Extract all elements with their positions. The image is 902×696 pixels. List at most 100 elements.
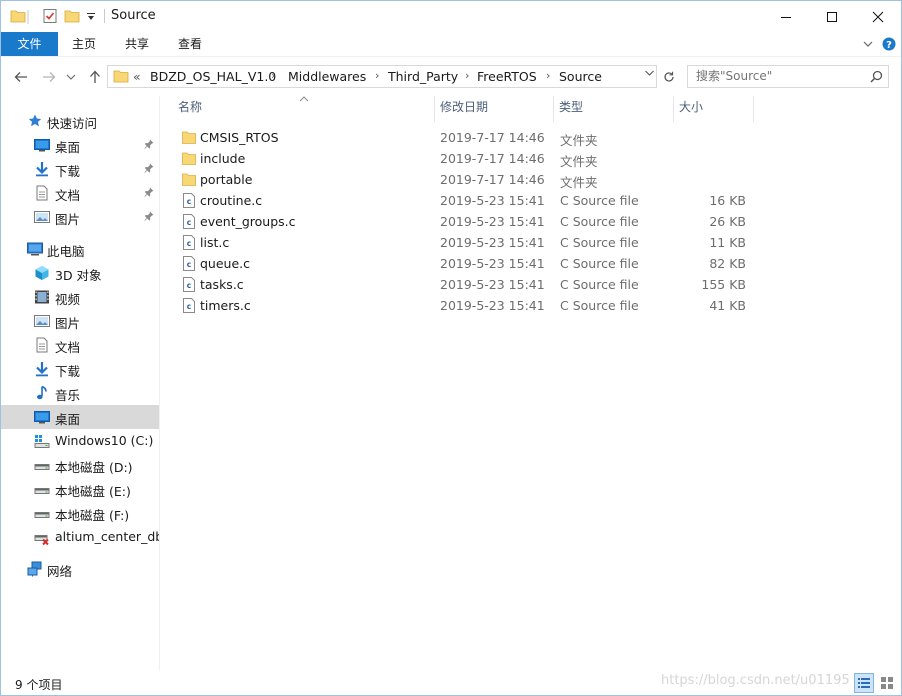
nav-drive-f[interactable]: 本地磁盘 (F:) [1, 501, 159, 525]
title-bar: Source [1, 1, 901, 32]
expand-ribbon-icon[interactable] [862, 38, 874, 53]
pin-icon[interactable] [144, 210, 154, 224]
picture-icon [34, 209, 50, 225]
nav-drive-c[interactable]: Windows10 (C:) [1, 429, 159, 453]
nav-drive-d[interactable]: 本地磁盘 (D:) [1, 453, 159, 477]
explorer-window: Source 文件 主页 共享 查看 ? « BDZD_OS_HAL_V1.0 … [0, 0, 902, 696]
large-icons-view-icon[interactable] [877, 673, 897, 693]
nav-quick-desktop[interactable]: 桌面 [1, 133, 159, 157]
file-row[interactable]: c queue.c 2019-5-23 15:41 C Source file 82 K… [178, 253, 758, 274]
status-bar: 9 个项目 https://blog.csdn.net/u01195 [1, 671, 901, 695]
chevron-right-icon[interactable]: › [375, 69, 379, 82]
tab-file[interactable]: 文件 [1, 32, 58, 56]
watermark: https://blog.csdn.net/u01195 [661, 673, 850, 688]
recent-locations-icon[interactable] [64, 67, 78, 87]
file-row[interactable]: c croutine.c 2019-5-23 15:41 C Source file 1… [178, 190, 758, 211]
c-source-file-icon: c [182, 193, 196, 208]
folder-icon [10, 8, 26, 27]
file-row[interactable]: c event_groups.c 2019-5-23 15:41 C Source f… [178, 211, 758, 232]
nav-label: Windows10 (C:) [55, 433, 154, 448]
new-folder-icon[interactable] [64, 8, 80, 27]
breadcrumb-segment[interactable]: Source [559, 69, 602, 84]
nav-desktop[interactable]: 桌面 [1, 405, 159, 429]
pin-icon[interactable] [144, 162, 154, 176]
help-icon[interactable]: ? [882, 37, 896, 54]
nav-music[interactable]: 音乐 [1, 381, 159, 405]
nav-videos[interactable]: 视频 [1, 285, 159, 309]
address-bar[interactable]: « BDZD_OS_HAL_V1.0 › Middlewares › Third… [107, 65, 657, 88]
column-header-type[interactable]: 类型 [559, 96, 672, 122]
column-divider[interactable] [673, 96, 674, 122]
nav-quick-documents[interactable]: 文档 [1, 181, 159, 205]
nav-downloads[interactable]: 下载 [1, 357, 159, 381]
nav-label: altium_center_db ( [55, 529, 159, 544]
chevron-right-icon[interactable]: › [546, 69, 550, 82]
tab-share[interactable]: 共享 [117, 32, 157, 56]
nav-quick-access[interactable]: 快速访问 [1, 109, 159, 133]
properties-icon[interactable] [42, 8, 58, 27]
nav-label: 文档 [55, 340, 81, 355]
column-divider[interactable] [434, 96, 435, 122]
minimize-button[interactable] [763, 1, 809, 32]
forward-arrow-icon[interactable] [39, 67, 59, 87]
file-row[interactable]: c tasks.c 2019-5-23 15:41 C Source file 155 … [178, 274, 758, 295]
pin-icon[interactable] [144, 138, 154, 152]
file-size: 155 KB [701, 277, 746, 292]
pin-icon[interactable] [144, 186, 154, 200]
search-input[interactable] [696, 69, 856, 83]
close-button[interactable] [855, 1, 901, 32]
nav-network[interactable]: 网络 [1, 557, 159, 581]
nav-drive-e[interactable]: 本地磁盘 (E:) [1, 477, 159, 501]
nav-documents[interactable]: 文档 [1, 333, 159, 357]
refresh-icon[interactable] [659, 66, 679, 87]
file-row[interactable]: c list.c 2019-5-23 15:41 C Source file 11 KB [178, 232, 758, 253]
file-type: C Source file [560, 256, 639, 271]
column-divider[interactable] [553, 96, 554, 122]
search-box[interactable] [687, 65, 889, 88]
title-separator [104, 9, 105, 23]
nav-this-pc[interactable]: 此电脑 [1, 237, 159, 261]
nav-pictures[interactable]: 图片 [1, 309, 159, 333]
column-header-name[interactable]: 名称 [178, 96, 434, 122]
tab-home[interactable]: 主页 [64, 32, 104, 56]
search-icon[interactable] [870, 70, 883, 86]
column-header-date[interactable]: 修改日期 [440, 96, 552, 122]
file-row[interactable]: include 2019-7-17 14:46 文件夹 [178, 148, 758, 169]
breadcrumb-segment[interactable]: Third_Party [388, 69, 458, 84]
nav-3d-objects[interactable]: 3D 对象 [1, 261, 159, 285]
details-view-icon[interactable] [854, 673, 874, 693]
back-arrow-icon[interactable] [11, 67, 31, 87]
download-arrow-icon [34, 161, 50, 177]
nav-label: 图片 [55, 212, 81, 227]
address-dropdown-icon[interactable] [645, 69, 654, 80]
file-row[interactable]: CMSIS_RTOS 2019-7-17 14:46 文件夹 [178, 127, 758, 148]
column-divider[interactable] [753, 96, 754, 122]
maximize-button[interactable] [809, 1, 855, 32]
nav-network-drive[interactable]: altium_center_db ( [1, 525, 159, 549]
file-type: 文件夹 [560, 175, 598, 190]
breadcrumb-overflow[interactable]: « [133, 69, 141, 84]
nav-label: 图片 [55, 316, 81, 331]
breadcrumb-segment[interactable]: FreeRTOS [477, 69, 537, 84]
c-source-file-icon: c [182, 256, 196, 271]
column-header-size[interactable]: 大小 [679, 96, 752, 122]
folder-icon [182, 172, 196, 187]
nav-quick-downloads[interactable]: 下载 [1, 157, 159, 181]
breadcrumb-segment[interactable]: Middlewares [288, 69, 366, 84]
file-date: 2019-5-23 15:41 [440, 214, 545, 229]
customize-quick-access-icon[interactable] [86, 11, 96, 25]
svg-text:c: c [187, 218, 191, 227]
file-row[interactable]: c timers.c 2019-5-23 15:41 C Source file 41 … [178, 295, 758, 316]
chevron-right-icon[interactable]: › [271, 69, 275, 82]
file-size: 82 KB [709, 256, 746, 271]
item-count: 9 个项目 [15, 678, 63, 692]
file-row[interactable]: portable 2019-7-17 14:46 文件夹 [178, 169, 758, 190]
desktop-icon [34, 137, 50, 153]
chevron-right-icon[interactable]: › [465, 69, 469, 82]
folder-icon [182, 130, 196, 145]
nav-quick-pictures[interactable]: 图片 [1, 205, 159, 229]
breadcrumb-segment[interactable]: BDZD_OS_HAL_V1.0 [150, 69, 276, 84]
c-source-file-icon: c [182, 277, 196, 292]
tab-view[interactable]: 查看 [170, 32, 210, 56]
up-arrow-icon[interactable] [85, 67, 105, 87]
